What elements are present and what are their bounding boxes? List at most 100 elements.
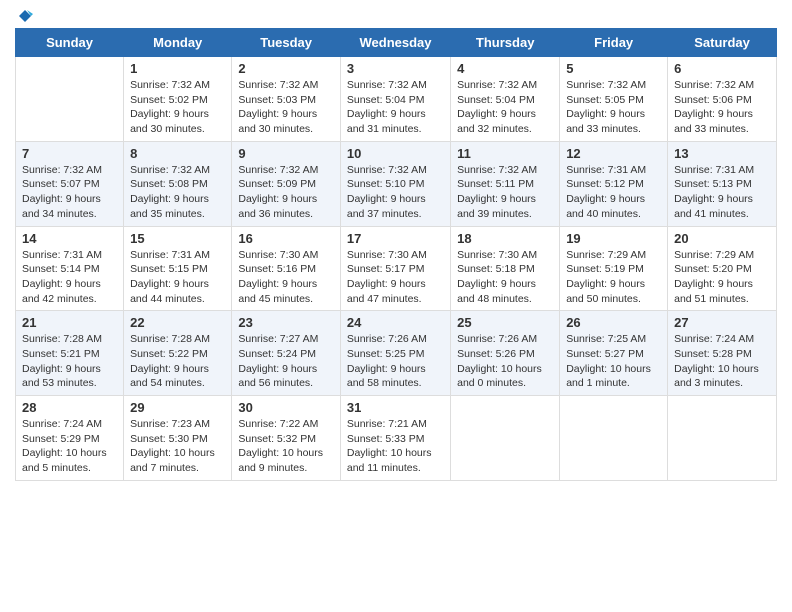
- day-info: Sunrise: 7:28 AM Sunset: 5:22 PM Dayligh…: [130, 332, 225, 391]
- day-number: 17: [347, 231, 444, 246]
- day-info: Sunrise: 7:25 AM Sunset: 5:27 PM Dayligh…: [566, 332, 661, 391]
- day-info: Sunrise: 7:24 AM Sunset: 5:29 PM Dayligh…: [22, 417, 117, 476]
- column-header-thursday: Thursday: [451, 29, 560, 57]
- day-number: 27: [674, 315, 770, 330]
- calendar-cell: 25 Sunrise: 7:26 AM Sunset: 5:26 PM Dayli…: [451, 311, 560, 396]
- column-header-saturday: Saturday: [668, 29, 777, 57]
- calendar-cell: 5 Sunrise: 7:32 AM Sunset: 5:05 PM Daylig…: [560, 57, 668, 142]
- day-info: Sunrise: 7:30 AM Sunset: 5:18 PM Dayligh…: [457, 248, 553, 307]
- calendar-week-row: 28Sunrise: 7:24 AM Sunset: 5:29 PM Dayli…: [16, 396, 777, 481]
- day-info: Sunrise: 7:32 AM Sunset: 5:05 PM Dayligh…: [566, 78, 661, 137]
- day-info: Sunrise: 7:21 AM Sunset: 5:33 PM Dayligh…: [347, 417, 444, 476]
- calendar-cell: 1Sunrise: 7:32 AM Sunset: 5:02 PM Daylig…: [124, 57, 232, 142]
- day-number: 10: [347, 146, 444, 161]
- calendar-cell: 27 Sunrise: 7:24 AM Sunset: 5:28 PM Dayli…: [668, 311, 777, 396]
- day-info: Sunrise: 7:30 AM Sunset: 5:17 PM Dayligh…: [347, 248, 444, 307]
- day-number: 8: [130, 146, 225, 161]
- calendar-cell: 31 Sunrise: 7:21 AM Sunset: 5:33 PM Dayli…: [340, 396, 450, 481]
- day-number: 15: [130, 231, 225, 246]
- logo-icon: [17, 8, 33, 24]
- column-header-monday: Monday: [124, 29, 232, 57]
- calendar-table: SundayMondayTuesdayWednesdayThursdayFrid…: [15, 28, 777, 481]
- calendar-cell: 11 Sunrise: 7:32 AM Sunset: 5:11 PM Dayli…: [451, 141, 560, 226]
- day-number: 26: [566, 315, 661, 330]
- column-header-sunday: Sunday: [16, 29, 124, 57]
- day-number: 20: [674, 231, 770, 246]
- day-number: 9: [238, 146, 334, 161]
- calendar-cell: 4Sunrise: 7:32 AM Sunset: 5:04 PM Daylig…: [451, 57, 560, 142]
- day-number: 21: [22, 315, 117, 330]
- day-number: 3: [347, 61, 444, 76]
- day-number: 16: [238, 231, 334, 246]
- day-number: 4: [457, 61, 553, 76]
- calendar-cell: 18 Sunrise: 7:30 AM Sunset: 5:18 PM Dayli…: [451, 226, 560, 311]
- day-info: Sunrise: 7:24 AM Sunset: 5:28 PM Dayligh…: [674, 332, 770, 391]
- calendar-cell: 16 Sunrise: 7:30 AM Sunset: 5:16 PM Dayli…: [232, 226, 341, 311]
- calendar-cell: [16, 57, 124, 142]
- day-info: Sunrise: 7:32 AM Sunset: 5:11 PM Dayligh…: [457, 163, 553, 222]
- calendar-cell: [560, 396, 668, 481]
- day-info: Sunrise: 7:31 AM Sunset: 5:13 PM Dayligh…: [674, 163, 770, 222]
- column-header-friday: Friday: [560, 29, 668, 57]
- calendar-week-row: 21 Sunrise: 7:28 AM Sunset: 5:21 PM Dayli…: [16, 311, 777, 396]
- day-info: Sunrise: 7:31 AM Sunset: 5:14 PM Dayligh…: [22, 248, 117, 307]
- day-info: Sunrise: 7:32 AM Sunset: 5:06 PM Dayligh…: [674, 78, 770, 137]
- day-info: Sunrise: 7:23 AM Sunset: 5:30 PM Dayligh…: [130, 417, 225, 476]
- calendar-cell: 22 Sunrise: 7:28 AM Sunset: 5:22 PM Dayli…: [124, 311, 232, 396]
- calendar-cell: [451, 396, 560, 481]
- calendar-cell: 29 Sunrise: 7:23 AM Sunset: 5:30 PM Dayli…: [124, 396, 232, 481]
- calendar-cell: 28Sunrise: 7:24 AM Sunset: 5:29 PM Dayli…: [16, 396, 124, 481]
- day-number: 11: [457, 146, 553, 161]
- column-header-wednesday: Wednesday: [340, 29, 450, 57]
- calendar-cell: 14Sunrise: 7:31 AM Sunset: 5:14 PM Dayli…: [16, 226, 124, 311]
- calendar-cell: 13 Sunrise: 7:31 AM Sunset: 5:13 PM Dayli…: [668, 141, 777, 226]
- day-info: Sunrise: 7:26 AM Sunset: 5:26 PM Dayligh…: [457, 332, 553, 391]
- calendar-cell: 20Sunrise: 7:29 AM Sunset: 5:20 PM Dayli…: [668, 226, 777, 311]
- day-info: Sunrise: 7:32 AM Sunset: 5:04 PM Dayligh…: [347, 78, 444, 137]
- calendar-cell: 12Sunrise: 7:31 AM Sunset: 5:12 PM Dayli…: [560, 141, 668, 226]
- calendar-cell: 3 Sunrise: 7:32 AM Sunset: 5:04 PM Daylig…: [340, 57, 450, 142]
- calendar-cell: 6 Sunrise: 7:32 AM Sunset: 5:06 PM Daylig…: [668, 57, 777, 142]
- calendar-cell: 15 Sunrise: 7:31 AM Sunset: 5:15 PM Dayli…: [124, 226, 232, 311]
- logo: [15, 10, 33, 24]
- day-number: 12: [566, 146, 661, 161]
- calendar-week-row: 14Sunrise: 7:31 AM Sunset: 5:14 PM Dayli…: [16, 226, 777, 311]
- day-number: 30: [238, 400, 334, 415]
- day-number: 5: [566, 61, 661, 76]
- page-header: [15, 10, 777, 24]
- day-number: 13: [674, 146, 770, 161]
- calendar-week-row: 1Sunrise: 7:32 AM Sunset: 5:02 PM Daylig…: [16, 57, 777, 142]
- day-number: 19: [566, 231, 661, 246]
- day-number: 25: [457, 315, 553, 330]
- day-number: 7: [22, 146, 117, 161]
- day-info: Sunrise: 7:31 AM Sunset: 5:15 PM Dayligh…: [130, 248, 225, 307]
- calendar-cell: 21 Sunrise: 7:28 AM Sunset: 5:21 PM Dayli…: [16, 311, 124, 396]
- day-info: Sunrise: 7:32 AM Sunset: 5:09 PM Dayligh…: [238, 163, 334, 222]
- calendar-cell: 26 Sunrise: 7:25 AM Sunset: 5:27 PM Dayli…: [560, 311, 668, 396]
- calendar-cell: 30 Sunrise: 7:22 AM Sunset: 5:32 PM Dayli…: [232, 396, 341, 481]
- calendar-cell: 8 Sunrise: 7:32 AM Sunset: 5:08 PM Daylig…: [124, 141, 232, 226]
- calendar-cell: [668, 396, 777, 481]
- day-info: Sunrise: 7:32 AM Sunset: 5:08 PM Dayligh…: [130, 163, 225, 222]
- day-number: 6: [674, 61, 770, 76]
- day-info: Sunrise: 7:32 AM Sunset: 5:07 PM Dayligh…: [22, 163, 117, 222]
- day-number: 22: [130, 315, 225, 330]
- day-info: Sunrise: 7:26 AM Sunset: 5:25 PM Dayligh…: [347, 332, 444, 391]
- calendar-cell: 2Sunrise: 7:32 AM Sunset: 5:03 PM Daylig…: [232, 57, 341, 142]
- calendar-cell: 24Sunrise: 7:26 AM Sunset: 5:25 PM Dayli…: [340, 311, 450, 396]
- calendar-cell: 9 Sunrise: 7:32 AM Sunset: 5:09 PM Daylig…: [232, 141, 341, 226]
- day-number: 31: [347, 400, 444, 415]
- day-number: 23: [238, 315, 334, 330]
- calendar-cell: 17 Sunrise: 7:30 AM Sunset: 5:17 PM Dayli…: [340, 226, 450, 311]
- day-info: Sunrise: 7:30 AM Sunset: 5:16 PM Dayligh…: [238, 248, 334, 307]
- day-number: 18: [457, 231, 553, 246]
- calendar-cell: 10Sunrise: 7:32 AM Sunset: 5:10 PM Dayli…: [340, 141, 450, 226]
- day-number: 1: [130, 61, 225, 76]
- day-info: Sunrise: 7:32 AM Sunset: 5:03 PM Dayligh…: [238, 78, 334, 137]
- day-info: Sunrise: 7:28 AM Sunset: 5:21 PM Dayligh…: [22, 332, 117, 391]
- column-header-tuesday: Tuesday: [232, 29, 341, 57]
- day-info: Sunrise: 7:29 AM Sunset: 5:19 PM Dayligh…: [566, 248, 661, 307]
- calendar-cell: 7 Sunrise: 7:32 AM Sunset: 5:07 PM Daylig…: [16, 141, 124, 226]
- day-number: 29: [130, 400, 225, 415]
- day-info: Sunrise: 7:22 AM Sunset: 5:32 PM Dayligh…: [238, 417, 334, 476]
